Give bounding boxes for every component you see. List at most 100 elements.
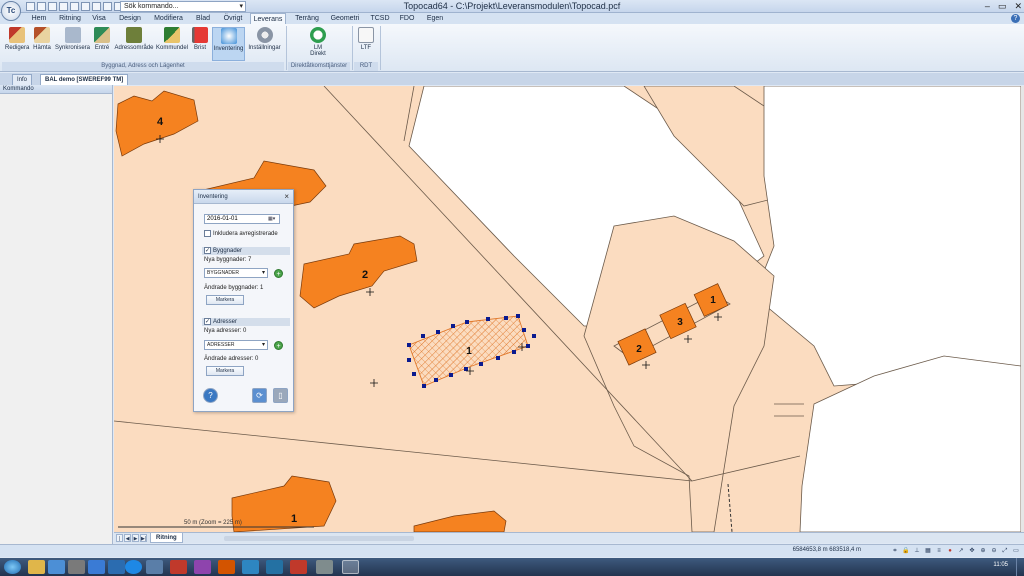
tab-terrang[interactable]: Terräng	[294, 13, 320, 24]
tab-ritning[interactable]: Ritning	[57, 13, 83, 24]
ltf-button[interactable]: LTF	[356, 27, 376, 57]
settings-button[interactable]: Inställningar	[246, 27, 283, 57]
tab-ritning-sheet[interactable]: Ritning	[150, 533, 183, 543]
fit-icon[interactable]: ⤢	[1001, 547, 1009, 555]
new-addresses-row: Nya adresser: 0	[204, 328, 246, 334]
tab-visa[interactable]: Visa	[91, 13, 107, 24]
app-icon[interactable]	[194, 560, 211, 574]
tab-geometri[interactable]: Geometri	[330, 13, 360, 24]
address-area-button[interactable]: Adressområde	[114, 27, 154, 57]
start-button[interactable]	[4, 560, 21, 574]
minimize-icon[interactable]: –	[985, 1, 990, 12]
ortho-icon[interactable]: ⊥	[913, 547, 921, 555]
close-icon[interactable]: ✕	[1014, 1, 1022, 12]
explorer-icon[interactable]	[28, 560, 45, 574]
chevron-down-icon: ▾	[261, 270, 265, 276]
building-label: 2	[636, 344, 642, 355]
app-icon[interactable]	[48, 560, 65, 574]
previous-tab-icon[interactable]: ◀	[124, 534, 131, 542]
mark-buildings-button[interactable]: Markera	[206, 295, 244, 305]
help-icon[interactable]: ?	[1011, 14, 1020, 23]
next-tab-icon[interactable]: ▶	[132, 534, 139, 542]
settings-button-label: Inställningar	[248, 45, 281, 51]
sync-button-label: Synkronisera	[55, 45, 91, 51]
inventory-button[interactable]: Inventering	[212, 27, 245, 61]
lm-direct-button[interactable]: LM Direkt	[303, 27, 333, 57]
include-deregistered-checkbox[interactable]	[204, 230, 211, 237]
changed-addresses-count: 0	[255, 356, 259, 362]
addresses-section[interactable]: ✓ Adresser	[202, 318, 290, 326]
snap-icon[interactable]: ⌗	[891, 547, 899, 555]
app-icon[interactable]	[170, 560, 187, 574]
status-bar: 6584653,8 m 683518,4 m ⌗ 🔒 ⊥ ▦ ≡ ● ↗ ✥ ⊕…	[0, 544, 1024, 557]
date-picker[interactable]: 2016-01-01 ▦▾	[204, 214, 280, 224]
help-icon[interactable]: ?	[203, 388, 218, 403]
tab-leverans[interactable]: Leverans	[250, 13, 286, 24]
first-tab-icon[interactable]: |◀	[116, 534, 123, 550]
horizontal-scrollbar[interactable]	[224, 536, 414, 541]
tab-tcsd[interactable]: TCSD	[370, 13, 390, 24]
addresses-select-value: ADRESSER	[207, 342, 235, 348]
window-icon[interactable]: ▭	[1012, 547, 1020, 555]
layers-icon[interactable]: ≡	[935, 547, 943, 555]
status-toolbar: ⌗ 🔒 ⊥ ▦ ≡ ● ↗ ✥ ⊕ ⊖ ⤢ ▭	[891, 547, 1020, 555]
calendar-icon[interactable]: ▦▾	[268, 216, 278, 222]
addresses-select[interactable]: ADRESSER ▾	[204, 340, 268, 350]
mark-addresses-button[interactable]: Markera	[206, 366, 244, 376]
entrance-button[interactable]: Entré	[93, 27, 111, 57]
addresses-checkbox[interactable]: ✓	[204, 318, 211, 325]
app-icon[interactable]	[88, 560, 105, 574]
buildings-section[interactable]: ✓ Byggnader	[202, 247, 290, 255]
sync-button[interactable]: Synkronisera	[55, 27, 90, 57]
deficiency-button[interactable]: Brist	[191, 27, 209, 57]
tab-bal-demo[interactable]: BAL demo [SWEREF99 TM]	[40, 74, 129, 85]
building-label: 3	[677, 317, 683, 328]
topocad-taskbar-button[interactable]	[342, 560, 359, 574]
buildings-select-value: BYGGNADER	[207, 270, 239, 276]
last-tab-icon[interactable]: ▶|	[140, 534, 147, 542]
close-panel-icon[interactable]: ▯	[273, 388, 288, 403]
zoom-out-icon[interactable]: ⊖	[990, 547, 998, 555]
app-logo[interactable]: Tc	[1, 1, 21, 21]
edit-button[interactable]: Redigera	[5, 27, 29, 57]
grid-icon[interactable]: ▦	[924, 547, 932, 555]
changed-buildings-label: Ändrade byggnader:	[204, 285, 259, 291]
include-deregistered-row[interactable]: Inkludera avregistrerade	[204, 230, 278, 237]
tab-ovrigt[interactable]: Övrigt	[222, 13, 244, 24]
add-buildings-button[interactable]: +	[274, 269, 283, 278]
sync-icon[interactable]: ⟳	[252, 388, 267, 403]
tab-blad[interactable]: Blad	[195, 13, 211, 24]
tab-hem[interactable]: Hem	[30, 13, 48, 24]
zoom-in-icon[interactable]: ⊕	[979, 547, 987, 555]
changed-buildings-row: Ändrade byggnader: 1	[204, 285, 263, 291]
app-icon[interactable]	[242, 560, 259, 574]
changed-addresses-row: Ändrade adresser: 0	[204, 356, 258, 362]
browser-icon[interactable]	[125, 560, 142, 574]
tab-design[interactable]: Design	[118, 13, 142, 24]
maximize-icon[interactable]: ▭	[998, 1, 1007, 12]
app-icon[interactable]	[108, 560, 125, 574]
add-addresses-button[interactable]: +	[274, 341, 283, 350]
buildings-checkbox[interactable]: ✓	[204, 247, 211, 254]
cloud-download-icon	[310, 27, 326, 43]
tab-egen[interactable]: Egen	[425, 13, 445, 24]
word-icon[interactable]	[266, 560, 283, 574]
app-icon[interactable]	[218, 560, 235, 574]
lock-icon[interactable]: 🔒	[902, 547, 910, 555]
pan-icon[interactable]: ✥	[968, 547, 976, 555]
cursor-icon[interactable]: ↗	[957, 547, 965, 555]
app-icon[interactable]	[316, 560, 333, 574]
entrance-icon	[94, 27, 110, 43]
pdf-icon[interactable]	[290, 560, 307, 574]
close-icon[interactable]: ×	[284, 192, 289, 201]
tab-modifiera[interactable]: Modifiera	[153, 13, 184, 24]
municipality-part-button[interactable]: Kommundel	[156, 27, 188, 57]
app-icon[interactable]	[146, 560, 163, 574]
record-icon[interactable]: ●	[946, 547, 954, 555]
app-icon[interactable]	[68, 560, 85, 574]
tab-fdo[interactable]: FDO	[398, 13, 416, 24]
buildings-select[interactable]: BYGGNADER ▾	[204, 268, 268, 278]
fetch-button[interactable]: Hämta	[32, 27, 52, 57]
tab-info[interactable]: Info	[12, 74, 33, 85]
show-desktop-button[interactable]	[1016, 558, 1024, 576]
